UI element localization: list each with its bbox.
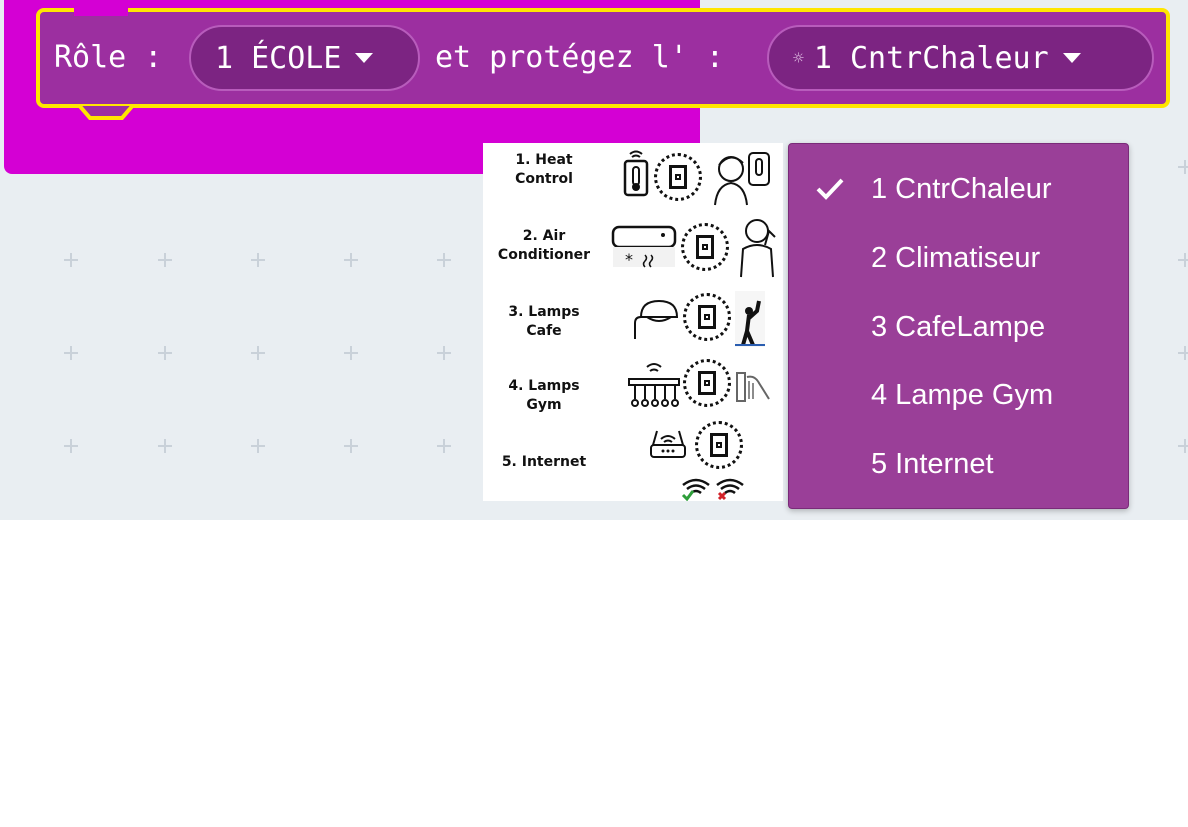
- grid-mark: [344, 253, 358, 267]
- grid-mark: [251, 253, 265, 267]
- legend-label-line: 1. Heat: [515, 152, 573, 168]
- menu-option-cafelampe[interactable]: 3 CafeLampe: [789, 299, 1128, 355]
- person-thermometer-icon: [714, 152, 770, 206]
- chip-icon: [683, 293, 731, 341]
- grid-mark: [344, 346, 358, 360]
- protect-dropdown-value: 1 CntrChaleur: [813, 40, 1049, 76]
- grid-mark: [158, 253, 172, 267]
- menu-option-label: 5 Internet: [871, 448, 994, 480]
- sun-small-icon: ☼: [793, 47, 804, 69]
- role-dropdown-value: 1 ÉCOLE: [215, 40, 342, 76]
- person-hot-icon: [740, 219, 776, 278]
- grid-mark: [344, 439, 358, 453]
- legend-label-line: 3. Lamps: [508, 304, 580, 320]
- legend-label: 4. Lamps Gym: [483, 377, 605, 415]
- wall-lamp-icon: [634, 299, 679, 339]
- device-legend-image: 1. Heat Control 2. Air Conditioner * 3. …: [483, 143, 783, 501]
- grid-mark: [437, 346, 451, 360]
- grid-mark: [437, 439, 451, 453]
- role-dropdown[interactable]: 1 ÉCOLE: [189, 25, 420, 91]
- legend-label: 2. Air Conditioner: [483, 227, 605, 265]
- router-icon: [650, 430, 686, 458]
- menu-option-label: 2 Climatiseur: [871, 242, 1041, 274]
- grid-mark: [1178, 160, 1188, 174]
- block-notch: [74, 4, 128, 16]
- chip-icon: [695, 421, 743, 469]
- legend-label-line: 2. Air: [522, 228, 566, 244]
- legend-label-line: Conditioner: [497, 247, 591, 263]
- legend-label-line: 5. Internet: [501, 454, 587, 470]
- grid-mark: [64, 346, 78, 360]
- block-workspace[interactable]: Rôle : 1 ÉCOLE et protégez l' : ☼ 1 Cntr…: [0, 0, 1188, 520]
- grid-mark: [251, 439, 265, 453]
- grid-mark: [158, 346, 172, 360]
- legend-label-line: Control: [515, 171, 573, 187]
- protect-dropdown-menu[interactable]: 1 CntrChaleur 2 Climatiseur 3 CafeLampe …: [788, 143, 1129, 509]
- caret-down-icon: [1062, 53, 1081, 63]
- menu-option-lampe-gym[interactable]: 4 Lampe Gym: [789, 367, 1128, 423]
- menu-option-climatiseur[interactable]: 2 Climatiseur: [789, 230, 1128, 286]
- menu-option-cntrchaleur[interactable]: 1 CntrChaleur: [789, 161, 1128, 217]
- grid-mark: [1178, 346, 1188, 360]
- chip-icon: [654, 153, 702, 201]
- chip-icon: [683, 359, 731, 407]
- role-label: Rôle :: [54, 40, 163, 75]
- caret-down-icon: [355, 53, 374, 63]
- chip-icon: [681, 223, 729, 271]
- legend-label: 5. Internet: [483, 453, 605, 472]
- protect-label: et protégez l' :: [435, 40, 724, 75]
- person-switch-icon: [735, 291, 765, 347]
- ceiling-lamp-icon: [628, 363, 680, 407]
- menu-option-label: 3 CafeLampe: [871, 311, 1046, 343]
- grid-mark: [251, 346, 265, 360]
- grid-mark: [1178, 253, 1188, 267]
- legend-label-line: Gym: [526, 397, 562, 413]
- menu-option-internet[interactable]: 5 Internet: [789, 436, 1128, 492]
- menu-option-label: 1 CntrChaleur: [871, 173, 1052, 205]
- legend-label-line: 4. Lamps: [508, 378, 580, 394]
- grid-mark: [64, 439, 78, 453]
- grid-mark: [64, 253, 78, 267]
- grid-mark: [1178, 439, 1188, 453]
- air-conditioner-icon: *: [611, 225, 677, 269]
- grid-mark: [158, 439, 172, 453]
- legend-label-line: Cafe: [526, 323, 562, 339]
- checkmark-icon: [816, 178, 844, 200]
- block-notch: [78, 104, 134, 120]
- legend-label: 1. Heat Control: [483, 151, 605, 189]
- svg-text:*: *: [625, 250, 633, 269]
- grid-mark: [437, 253, 451, 267]
- thermostat-phone-icon: [623, 150, 649, 197]
- legend-label: 3. Lamps Cafe: [483, 303, 605, 341]
- hand-switch-icon: [736, 372, 770, 402]
- wifi-ok-icon: [681, 478, 710, 501]
- wifi-off-icon: [716, 478, 744, 501]
- protect-dropdown[interactable]: ☼ 1 CntrChaleur: [767, 25, 1154, 91]
- menu-option-label: 4 Lampe Gym: [871, 379, 1054, 411]
